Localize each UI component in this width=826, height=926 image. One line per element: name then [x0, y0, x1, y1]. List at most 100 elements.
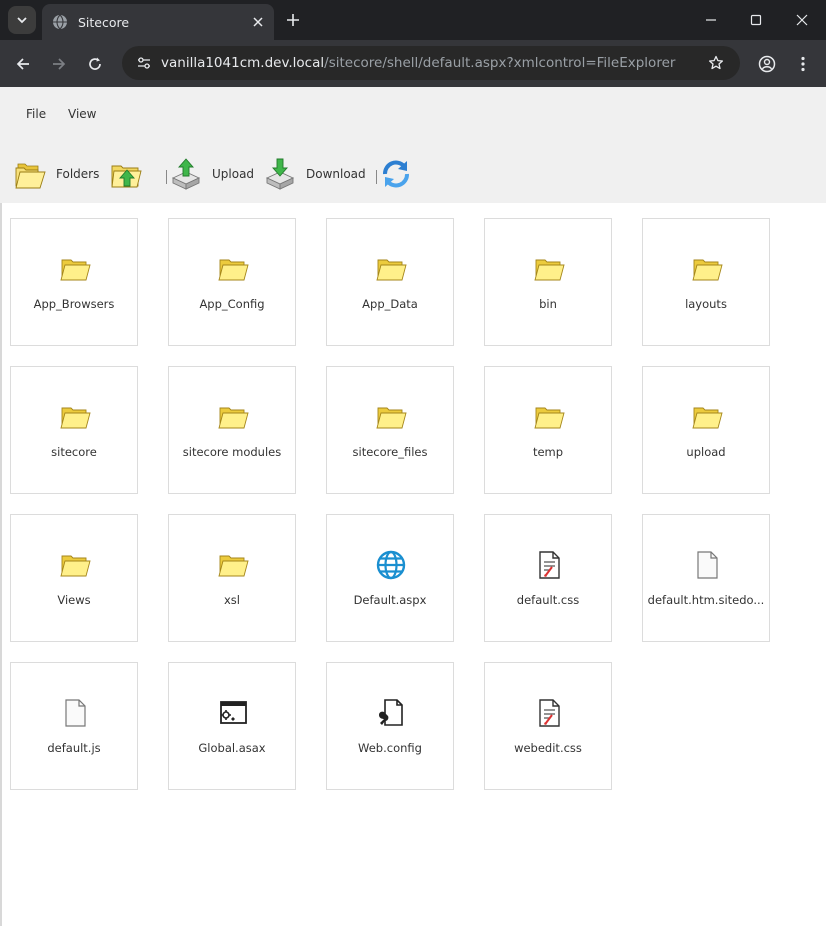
minimize-button[interactable] [688, 0, 734, 40]
file-tile[interactable]: Default.aspx [326, 514, 454, 642]
file-tile[interactable]: webedit.css [484, 662, 612, 790]
file-tile[interactable]: sitecore modules [168, 366, 296, 494]
address-bar[interactable]: vanilla1041cm.dev.local/sitecore/shell/d… [122, 46, 740, 80]
file-tile[interactable]: upload [642, 366, 770, 494]
file-tile[interactable]: default.css [484, 514, 612, 642]
url-text[interactable]: vanilla1041cm.dev.local/sitecore/shell/d… [161, 55, 704, 71]
file-name: temp [532, 445, 564, 459]
toolbar-separator [376, 170, 377, 184]
file-name: App_Config [199, 297, 265, 311]
url-path: /sitecore/shell/default.aspx?xmlcontrol=… [324, 55, 676, 71]
file-name: default.css [516, 593, 580, 607]
site-info-button[interactable] [132, 51, 156, 75]
kebab-menu-icon [801, 56, 805, 72]
browser-menu-button[interactable] [789, 50, 817, 78]
upload-icon [171, 158, 201, 190]
folder-icon [375, 253, 407, 285]
file-tile[interactable]: App_Config [168, 218, 296, 346]
folder-icon [59, 253, 91, 285]
file-tile[interactable]: App_Data [326, 218, 454, 346]
star-icon [708, 55, 724, 70]
refresh-button[interactable] [380, 157, 412, 191]
folder-up-icon [111, 165, 142, 188]
tab-title: Sitecore [78, 14, 130, 30]
folders-label: Folders [56, 167, 100, 181]
upload-button[interactable]: Upload [170, 157, 254, 191]
refresh-icon [383, 160, 409, 188]
maximize-button[interactable] [733, 0, 779, 40]
new-tab-button[interactable] [282, 9, 304, 31]
toolbar-separator [166, 170, 167, 184]
browser-title-bar: Sitecore [0, 0, 826, 40]
folders-button[interactable]: Folders [14, 157, 99, 191]
minimize-icon [706, 19, 716, 21]
file-name: Views [57, 593, 91, 607]
tab-search-button[interactable] [8, 6, 36, 34]
file-name: default.htm.sitedo... [647, 593, 765, 607]
folder-icon [59, 401, 91, 433]
folder-icon [533, 253, 565, 285]
chevron-down-icon [17, 17, 27, 24]
file-name: Web.config [358, 741, 422, 755]
blank-file-icon [691, 549, 723, 581]
blank-file-icon [59, 697, 91, 729]
config-file-icon [375, 697, 407, 729]
css-file-icon [533, 697, 565, 729]
file-name: Default.aspx [353, 593, 427, 607]
file-tile[interactable]: sitecore_files [326, 366, 454, 494]
menu-file[interactable]: File [26, 107, 46, 121]
folders-icon [15, 163, 46, 189]
file-tile[interactable]: default.htm.sitedo... [642, 514, 770, 642]
upload-label: Upload [212, 167, 255, 181]
plus-icon [287, 14, 299, 26]
menu-view[interactable]: View [68, 107, 96, 121]
folder-icon [533, 401, 565, 433]
forward-button[interactable] [45, 50, 73, 78]
file-tile[interactable]: temp [484, 366, 612, 494]
file-name: Global.asax [198, 741, 266, 755]
file-tile[interactable]: bin [484, 218, 612, 346]
file-tile[interactable]: xsl [168, 514, 296, 642]
file-name: webedit.css [514, 741, 582, 755]
file-tile[interactable]: sitecore [10, 366, 138, 494]
tab-close-button[interactable] [248, 12, 268, 32]
file-name: sitecore_files [352, 445, 428, 459]
folder-icon [59, 549, 91, 581]
profile-button[interactable] [753, 50, 781, 78]
download-button[interactable]: Download [264, 157, 366, 191]
window-settings-icon [217, 697, 249, 729]
tune-icon [138, 57, 150, 69]
file-tile[interactable]: Global.asax [168, 662, 296, 790]
reload-button[interactable] [81, 50, 109, 78]
file-tile[interactable]: default.js [10, 662, 138, 790]
file-tile[interactable]: Web.config [326, 662, 454, 790]
folder-icon [217, 549, 249, 581]
bookmark-button[interactable] [704, 51, 728, 75]
file-name: upload [686, 445, 726, 459]
file-tile[interactable]: Views [10, 514, 138, 642]
download-icon [265, 158, 295, 190]
browser-tab[interactable]: Sitecore [42, 4, 274, 40]
file-tile[interactable]: layouts [642, 218, 770, 346]
ribbon: File View Folders Upload Download [0, 87, 826, 203]
file-name: bin [539, 297, 557, 311]
globe-icon [53, 14, 67, 30]
close-window-button[interactable] [779, 0, 825, 40]
download-label: Download [306, 167, 366, 181]
close-icon [796, 14, 808, 26]
url-host: vanilla1041cm.dev.local [161, 55, 325, 71]
file-name: xsl [224, 593, 240, 607]
file-explorer: File View Folders Upload Download App_Br… [0, 87, 826, 926]
file-name: sitecore [51, 445, 97, 459]
back-button[interactable] [9, 50, 37, 78]
account-icon [758, 55, 776, 73]
folder-icon [217, 401, 249, 433]
folder-icon [691, 253, 723, 285]
browser-toolbar: vanilla1041cm.dev.local/sitecore/shell/d… [0, 40, 826, 87]
close-icon [253, 17, 263, 27]
folder-up-button[interactable] [110, 157, 142, 191]
file-name: App_Browsers [33, 297, 115, 311]
file-name: layouts [685, 297, 727, 311]
file-tile[interactable]: App_Browsers [10, 218, 138, 346]
reload-icon [89, 57, 101, 70]
